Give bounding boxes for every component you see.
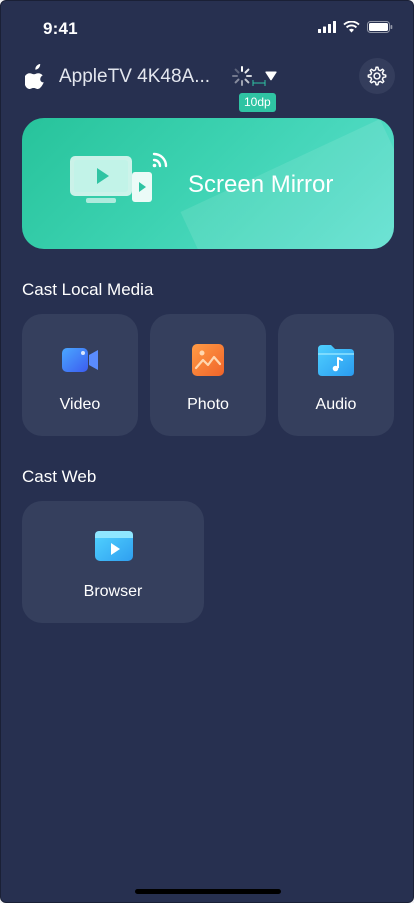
video-button[interactable]: Video <box>22 314 138 436</box>
browser-button[interactable]: Browser <box>22 501 204 623</box>
cellular-signal-icon <box>318 21 336 33</box>
audio-label: Audio <box>315 396 357 413</box>
spacing-marker-icon <box>252 80 266 86</box>
browser-label: Browser <box>83 583 143 600</box>
gear-icon <box>367 66 387 86</box>
wifi-icon <box>343 21 360 33</box>
loading-spinner-icon <box>232 66 252 86</box>
dropdown-caret-icon[interactable] <box>265 71 277 81</box>
screen-mirror-label: Screen Mirror <box>188 171 334 198</box>
photo-label: Photo <box>187 396 229 413</box>
status-icons <box>318 21 393 33</box>
photo-icon <box>192 344 224 376</box>
spacing-badge: 10dp <box>239 93 276 112</box>
status-bar: 9:41 <box>1 1 413 51</box>
photo-button[interactable]: Photo <box>150 314 266 436</box>
device-name[interactable]: AppleTV 4K48A... <box>59 66 210 88</box>
apple-logo-icon <box>25 64 44 89</box>
browser-icon <box>95 531 133 561</box>
device-header[interactable]: AppleTV 4K48A... <box>1 57 413 97</box>
cast-local-media-title: Cast Local Media <box>22 280 154 299</box>
cast-web-title: Cast Web <box>22 467 97 486</box>
screen-mirror-icon <box>70 152 168 203</box>
audio-button[interactable]: Audio <box>278 314 394 436</box>
status-time: 9:41 <box>43 19 78 38</box>
home-indicator[interactable] <box>135 889 281 894</box>
audio-folder-icon <box>318 345 354 376</box>
screen-mirror-button[interactable]: Screen Mirror <box>22 118 394 249</box>
video-label: Video <box>59 396 101 413</box>
app-screen: 9:41 AppleTV 4K48A... 10dp Screen Mirror… <box>0 0 414 903</box>
battery-icon <box>367 21 393 33</box>
video-camera-icon <box>62 348 98 372</box>
settings-button[interactable] <box>359 58 395 94</box>
